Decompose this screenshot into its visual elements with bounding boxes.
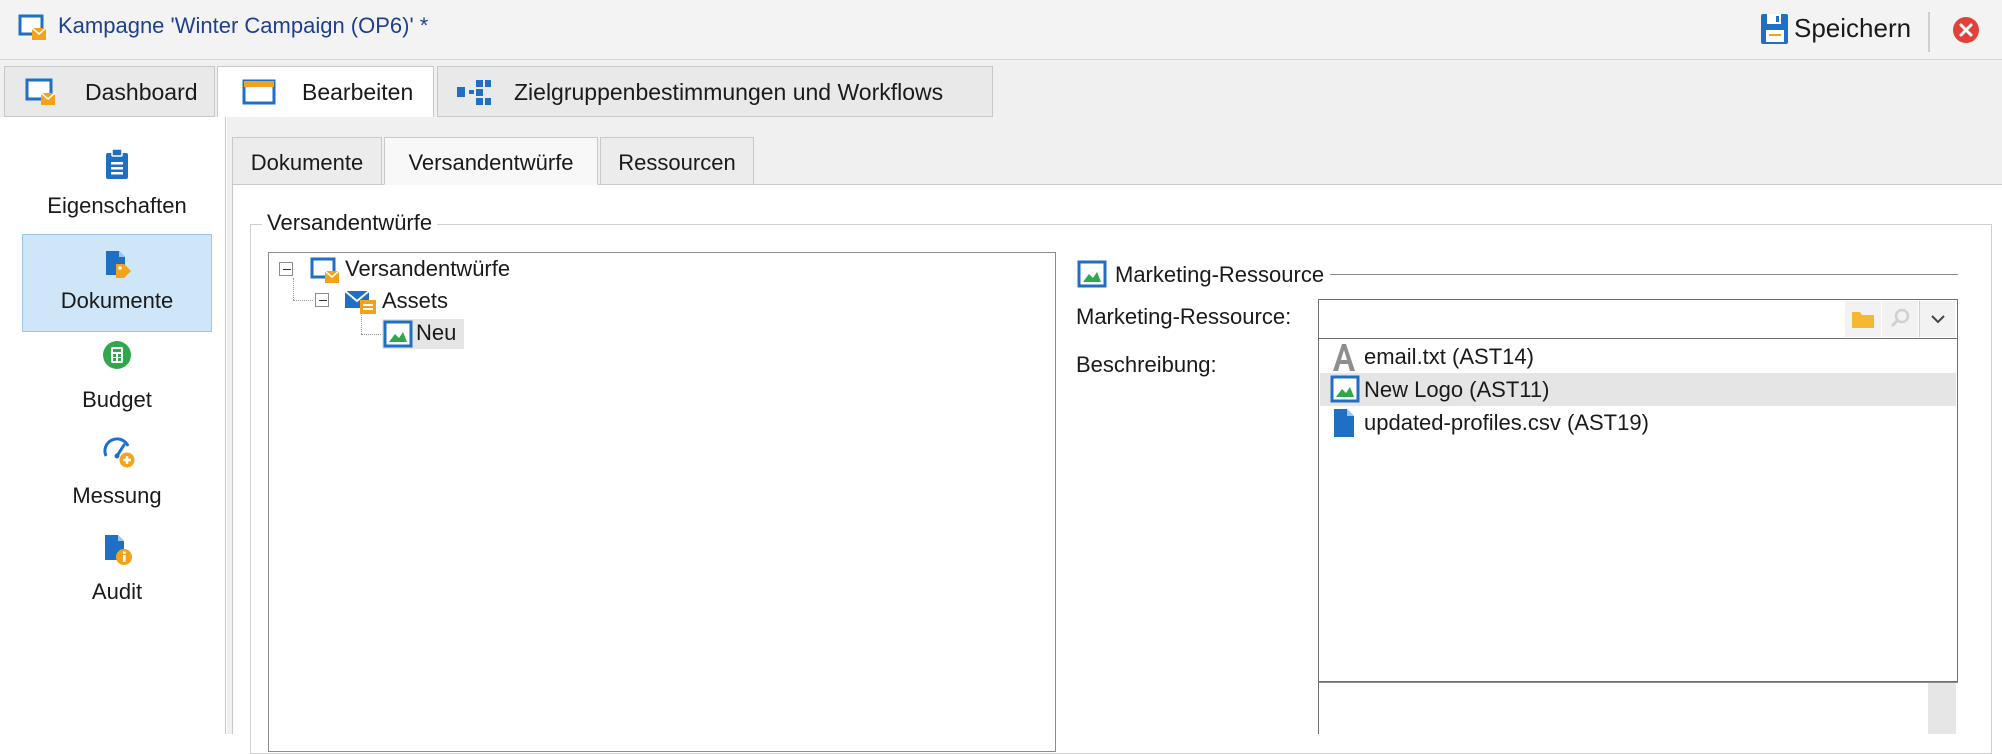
description-textarea[interactable] — [1318, 682, 1958, 734]
tab-dokumente[interactable]: Dokumente — [232, 137, 382, 185]
tab-bearbeiten[interactable]: Bearbeiten — [217, 66, 434, 118]
sidebar-item-label: Audit — [91, 579, 143, 604]
sidebar-item-label: Eigenschaften — [47, 193, 187, 218]
mail-folder-icon — [344, 288, 378, 316]
tree-node-versandentwuerfe[interactable]: Versandentwürfe — [345, 256, 510, 282]
tree-node-assets[interactable]: Assets — [382, 288, 448, 314]
tab-bearbeiten-label: Bearbeiten — [302, 79, 414, 105]
tab-dokumente-label: Dokumente — [250, 150, 364, 175]
description-label: Beschreibung: — [1076, 352, 1217, 377]
image-icon — [383, 320, 413, 348]
window-title: Kampagne 'Winter Campaign (OP6)' * — [58, 13, 429, 38]
file-icon — [1332, 408, 1356, 438]
image-icon — [1077, 260, 1107, 288]
campaign-icon — [18, 13, 48, 43]
tab-workflows[interactable]: Zielgruppenbestimmungen und Workflows — [437, 66, 993, 117]
sidebar-item-budget[interactable]: Budget — [22, 334, 212, 432]
tab-ressourcen-label: Ressourcen — [618, 150, 736, 175]
dropdown-option-label: updated-profiles.csv (AST19) — [1364, 410, 1649, 435]
tab-dashboard[interactable]: Dashboard — [4, 66, 215, 117]
close-icon[interactable] — [1952, 16, 1980, 44]
tree-connector — [293, 278, 294, 300]
tree-node-neu[interactable]: Neu — [416, 320, 456, 346]
dropdown-option[interactable]: New Logo (AST11) — [1320, 373, 1956, 406]
sidebar-item-label: Messung — [72, 483, 162, 508]
tree-connector — [361, 334, 381, 335]
sidebar-item-label: Budget — [82, 387, 152, 412]
chevron-down-icon[interactable] — [1919, 301, 1955, 337]
magnifier-icon[interactable] — [1882, 301, 1918, 337]
toolbar-separator — [1928, 12, 1930, 52]
tab-ressourcen[interactable]: Ressourcen — [600, 137, 754, 185]
dropdown-option-label: New Logo (AST11) — [1364, 377, 1550, 402]
tab-versandentwuerfe[interactable]: Versandentwürfe — [384, 137, 598, 185]
dashboard-icon — [25, 77, 57, 107]
tree-collapse-toggle[interactable] — [279, 262, 293, 276]
document-info-icon — [102, 532, 134, 566]
workflow-icon — [456, 79, 492, 105]
marketing-resource-label: Marketing-Ressource: — [1076, 304, 1292, 329]
text-file-icon — [1330, 342, 1358, 372]
dropdown-option[interactable]: email.txt (AST14) — [1320, 340, 1956, 373]
dropdown-option[interactable]: updated-profiles.csv (AST19) — [1320, 406, 1956, 439]
section-rule — [1330, 274, 1958, 275]
campaign-icon — [310, 256, 342, 286]
sidebar-item-messung[interactable]: Messung — [22, 430, 212, 528]
image-icon — [1330, 375, 1360, 403]
tree-collapse-toggle[interactable] — [315, 293, 329, 307]
edit-window-icon — [242, 79, 276, 105]
save-icon[interactable] — [1760, 12, 1790, 46]
group-title: Versandentwürfe — [262, 210, 438, 236]
gauge-icon — [102, 436, 136, 468]
tab-workflows-label: Zielgruppenbestimmungen und Workflows — [514, 79, 944, 105]
sidebar-item-eigenschaften[interactable]: Eigenschaften — [22, 140, 212, 238]
document-tag-icon — [103, 247, 133, 279]
sidebar-item-label: Dokumente — [60, 288, 174, 313]
sidebar-item-audit[interactable]: Audit — [22, 526, 212, 624]
tab-dashboard-label: Dashboard — [85, 79, 198, 105]
folder-icon[interactable] — [1845, 301, 1881, 337]
scrollbar[interactable] — [1928, 683, 1956, 734]
calculator-icon — [102, 340, 132, 370]
sidebar-item-dokumente[interactable]: Dokumente — [22, 234, 212, 332]
tab-versandentwuerfe-label: Versandentwürfe — [408, 150, 574, 175]
clipboard-icon — [103, 148, 131, 180]
section-title: Marketing-Ressource — [1115, 262, 1325, 287]
dropdown-option-label: email.txt (AST14) — [1364, 344, 1534, 369]
save-button[interactable]: Speichern — [1794, 13, 1911, 44]
tree-connector — [293, 300, 313, 301]
